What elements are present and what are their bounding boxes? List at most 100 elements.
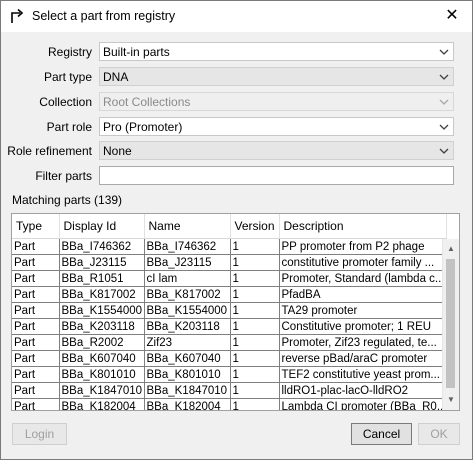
table-scrollbar[interactable]: ▲ ▼ bbox=[442, 239, 459, 410]
cell-description: PfadBA bbox=[279, 286, 448, 303]
part-role-label: Part role bbox=[46, 120, 92, 134]
cell-name: BBa_K607040 bbox=[144, 350, 231, 367]
registry-label: Registry bbox=[47, 45, 92, 59]
part-type-value: DNA bbox=[103, 70, 129, 84]
ok-button[interactable]: OK bbox=[418, 423, 460, 445]
table-row[interactable]: Part BBa_K182004 BBa_K182004 1 Lambda CI pro… bbox=[12, 398, 448, 410]
cell-name: BBa_K1554000 bbox=[144, 302, 231, 319]
column-header-description[interactable]: Description bbox=[279, 214, 448, 239]
cell-display-id: BBa_K203118 bbox=[59, 318, 145, 335]
cell-description: Constitutive promoter; 1 REU bbox=[279, 318, 448, 335]
cell-type: Part bbox=[12, 334, 60, 351]
column-header-display-id[interactable]: Display Id bbox=[59, 214, 145, 239]
cell-display-id: BBa_K1847010 bbox=[59, 382, 145, 399]
column-header-version[interactable]: Version bbox=[230, 214, 280, 239]
cell-name: BBa_J23115 bbox=[144, 254, 231, 271]
cell-display-id: BBa_K817002 bbox=[59, 286, 145, 303]
cell-name: BBa_K801010 bbox=[144, 366, 231, 383]
cell-version: 1 bbox=[230, 270, 280, 287]
cell-display-id: BBa_J23115 bbox=[59, 254, 145, 271]
part-role-dropdown[interactable]: Pro (Promoter) bbox=[99, 117, 454, 136]
cell-description: lldRO1-plac-lacO-lldRO2 bbox=[279, 382, 448, 399]
cell-description: Lambda CI promoter (BBa_R0... bbox=[279, 398, 448, 410]
table-row[interactable]: Part BBa_K801010 BBa_K801010 1 TEF2 constitu… bbox=[12, 366, 448, 383]
collection-value: Root Collections bbox=[103, 95, 191, 109]
cell-version: 1 bbox=[230, 286, 280, 303]
chevron-down-icon bbox=[439, 74, 449, 80]
cell-name: cI lam bbox=[144, 270, 231, 287]
cell-type: Part bbox=[12, 254, 60, 271]
filter-parts-input[interactable] bbox=[99, 166, 454, 185]
table-row[interactable]: Part BBa_K203118 BBa_K203118 1 Constitutive … bbox=[12, 318, 448, 335]
cell-name: Zif23 bbox=[144, 334, 231, 351]
cell-description: Promoter, Zif23 regulated, te... bbox=[279, 334, 448, 351]
cell-display-id: BBa_R1051 bbox=[59, 270, 145, 287]
cell-name: BBa_K817002 bbox=[144, 286, 231, 303]
registry-value: Built-in parts bbox=[103, 45, 170, 59]
cell-version: 1 bbox=[230, 366, 280, 383]
table-row[interactable]: Part BBa_I746362 BBa_I746362 1 PP promoter f… bbox=[12, 238, 448, 255]
column-header-type[interactable]: Type bbox=[12, 214, 60, 239]
cell-type: Part bbox=[12, 366, 60, 383]
table-row[interactable]: Part BBa_R2002 Zif23 1 Promoter, Zif23 regul… bbox=[12, 334, 448, 351]
scroll-up-icon[interactable]: ▲ bbox=[443, 241, 459, 257]
part-type-dropdown[interactable]: DNA bbox=[99, 67, 454, 86]
table-row[interactable]: Part BBa_K817002 BBa_K817002 1 PfadBA bbox=[12, 286, 448, 303]
column-header-name[interactable]: Name bbox=[144, 214, 231, 239]
cell-display-id: BBa_K182004 bbox=[59, 398, 145, 410]
registry-dropdown[interactable]: Built-in parts bbox=[99, 42, 454, 61]
chevron-down-icon bbox=[439, 148, 449, 154]
cell-version: 1 bbox=[230, 382, 280, 399]
cell-type: Part bbox=[12, 270, 60, 287]
role-refinement-label: Role refinement bbox=[7, 144, 92, 158]
cell-version: 1 bbox=[230, 398, 280, 410]
cell-type: Part bbox=[12, 350, 60, 367]
filter-parts-label: Filter parts bbox=[35, 169, 92, 183]
dialog-window: Select a part from registry ✕ Registry B… bbox=[0, 0, 473, 460]
table-row[interactable]: Part BBa_K1847010 BBa_K1847010 1 lldRO1-plac… bbox=[12, 382, 448, 399]
matching-parts-label: Matching parts (139) bbox=[12, 193, 123, 207]
cell-version: 1 bbox=[230, 334, 280, 351]
cell-name: BBa_K203118 bbox=[144, 318, 231, 335]
part-type-label: Part type bbox=[43, 70, 92, 84]
cell-description: reverse pBad/araC promoter bbox=[279, 350, 448, 367]
table-row[interactable]: Part BBa_J23115 BBa_J23115 1 constitutive pr… bbox=[12, 254, 448, 271]
login-button[interactable]: Login bbox=[12, 423, 67, 445]
cell-type: Part bbox=[12, 318, 60, 335]
cell-type: Part bbox=[12, 286, 60, 303]
close-button[interactable]: ✕ bbox=[442, 6, 462, 26]
cell-version: 1 bbox=[230, 238, 280, 255]
table-header-row: Type Display Id Name Version Description bbox=[12, 214, 448, 239]
cell-description: Promoter, Standard (lambda c... bbox=[279, 270, 448, 287]
cell-display-id: BBa_R2002 bbox=[59, 334, 145, 351]
parts-table: Type Display Id Name Version Description… bbox=[11, 213, 460, 411]
select-arrow-icon bbox=[11, 8, 24, 23]
collection-label: Collection bbox=[39, 95, 92, 109]
cell-type: Part bbox=[12, 302, 60, 319]
part-role-value: Pro (Promoter) bbox=[103, 120, 183, 134]
cancel-button[interactable]: Cancel bbox=[351, 423, 412, 445]
scroll-down-icon[interactable]: ▼ bbox=[443, 392, 459, 408]
cell-name: BBa_I746362 bbox=[144, 238, 231, 255]
collection-dropdown: Root Collections bbox=[99, 92, 454, 111]
table-row[interactable]: Part BBa_K1554000 BBa_K1554000 1 TA29 promot… bbox=[12, 302, 448, 319]
parts-table-grid: Type Display Id Name Version Description… bbox=[12, 214, 448, 410]
role-refinement-dropdown[interactable]: None bbox=[99, 141, 454, 160]
chevron-down-icon bbox=[439, 124, 449, 130]
cell-description: PP promoter from P2 phage bbox=[279, 238, 448, 255]
cell-version: 1 bbox=[230, 350, 280, 367]
cell-name: BBa_K182004 bbox=[144, 398, 231, 410]
title-bar: Select a part from registry ✕ bbox=[1, 1, 472, 32]
role-refinement-value: None bbox=[103, 144, 132, 158]
cell-display-id: BBa_K607040 bbox=[59, 350, 145, 367]
cell-description: constitutive promoter family ... bbox=[279, 254, 448, 271]
cell-display-id: BBa_K801010 bbox=[59, 366, 145, 383]
window-title: Select a part from registry bbox=[32, 9, 176, 23]
scroll-thumb[interactable] bbox=[446, 259, 455, 388]
cell-type: Part bbox=[12, 398, 60, 410]
table-row[interactable]: Part BBa_R1051 cI lam 1 Promoter, Standard (… bbox=[12, 270, 448, 287]
table-row[interactable]: Part BBa_K607040 BBa_K607040 1 reverse pBad/… bbox=[12, 350, 448, 367]
cell-type: Part bbox=[12, 382, 60, 399]
cell-version: 1 bbox=[230, 254, 280, 271]
cell-version: 1 bbox=[230, 318, 280, 335]
